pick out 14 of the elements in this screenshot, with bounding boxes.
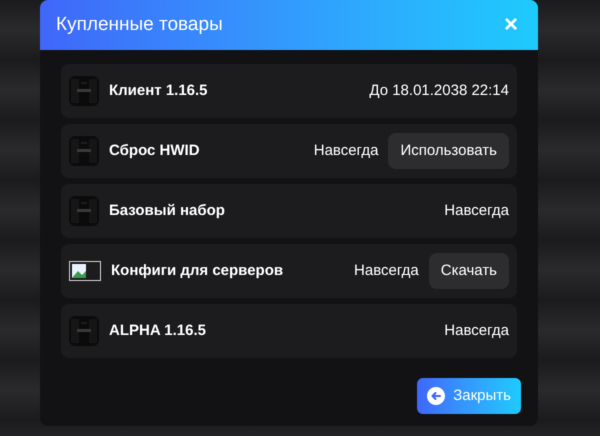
action-button[interactable]: Использовать: [388, 133, 509, 169]
product-name: Конфиги для серверов: [111, 260, 284, 281]
product-name: Клиент 1.16.5: [109, 80, 208, 101]
product-term: До 18.01.2038 22:14: [369, 80, 509, 101]
action-button[interactable]: Скачать: [428, 253, 509, 289]
dialog-title: Купленные товары: [56, 12, 223, 37]
product-term: Навсегда: [314, 140, 378, 161]
product-name: ALPHA 1.16.5: [109, 320, 206, 341]
product-name: Сброс HWID: [109, 140, 200, 161]
product-name: Базовый набор: [109, 200, 225, 221]
broken-image-icon: [69, 261, 101, 281]
product-term: Навсегда: [354, 260, 419, 281]
product-term: Навсегда: [444, 200, 509, 221]
product-term: Навсегда: [444, 320, 509, 341]
